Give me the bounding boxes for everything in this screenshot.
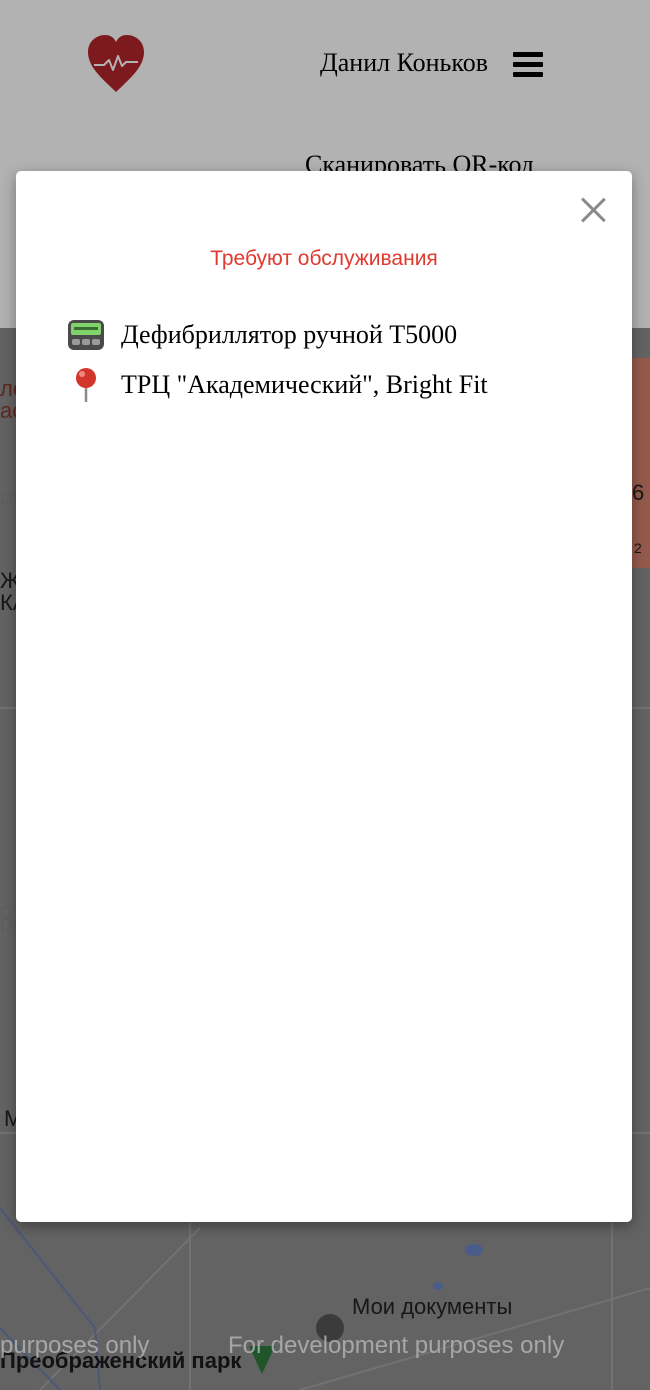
maintenance-modal: Требуют обслуживания Дефибриллятор ручно… — [16, 171, 632, 1222]
modal-title: Требуют обслуживания — [210, 247, 438, 270]
location-name: ТРЦ "Академический", Bright Fit — [121, 370, 488, 399]
device-row[interactable]: Дефибриллятор ручной T5000 — [66, 315, 457, 355]
device-name: Дефибриллятор ручной T5000 — [121, 320, 458, 349]
pager-icon — [66, 315, 106, 355]
close-icon[interactable] — [580, 197, 606, 223]
location-row[interactable]: ТРЦ "Академический", Bright Fit — [66, 365, 488, 405]
round-pushpin-icon — [66, 365, 106, 405]
